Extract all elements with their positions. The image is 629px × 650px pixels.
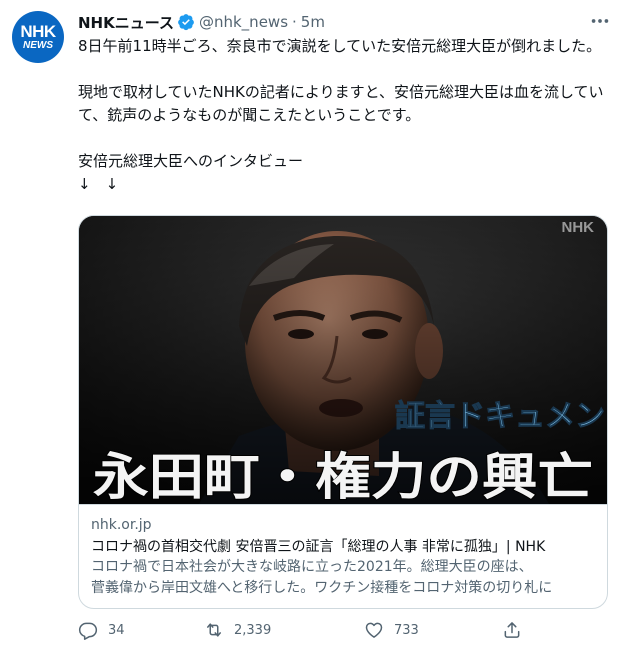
- tweet-actions: 34 2,339 733: [74, 620, 534, 644]
- avatar-logo-news: NEWS: [23, 40, 53, 51]
- tweet[interactable]: NHK NEWS NHKニュース @nhk_news · 5m 8日午前11時半…: [0, 0, 629, 650]
- card-description-line: コロナ禍で日本社会が大きな岐路に立った2021年。総理大臣の座は、: [91, 559, 533, 575]
- card-description: コロナ禍で日本社会が大きな岐路に立った2021年。総理大臣の座は、 菅義偉から岸…: [91, 557, 597, 599]
- share-icon: [504, 622, 520, 638]
- reply-button[interactable]: 34: [78, 620, 125, 640]
- tweet-text-line: 安倍元総理大臣へのインタビュー: [78, 152, 304, 170]
- more-icon[interactable]: [589, 10, 611, 32]
- retweet-button[interactable]: 2,339: [204, 620, 271, 640]
- card-image[interactable]: NHK 証言ドキュメント 永田町・権力の興亡: [79, 216, 607, 504]
- card-photo: NHK 証言ドキュメント 永田町・権力の興亡: [79, 216, 607, 504]
- card-title: コロナ禍の首相交代劇 安倍晋三の証言「総理の人事 非常に孤独」| NHK: [91, 539, 546, 555]
- display-name[interactable]: NHKニュース: [78, 12, 174, 33]
- card-domain: nhk.or.jp: [91, 517, 152, 533]
- tweet-header: NHKニュース @nhk_news · 5m: [78, 12, 325, 32]
- share-button[interactable]: [502, 620, 522, 640]
- timestamp[interactable]: 5m: [301, 13, 325, 31]
- card-image-subtitle: 証言ドキュメント: [395, 399, 607, 434]
- card-description-line: 菅義偉から岸田文雄へと移行した。ワクチン接種をコロナ対策の切り札に: [91, 580, 553, 596]
- card-watermark: NHK: [562, 219, 595, 236]
- card-image-title: 永田町・権力の興亡: [93, 447, 593, 504]
- reply-count: 34: [108, 622, 125, 638]
- tweet-text-line: 現地で取材していたNHKの記者によりますと、安倍元総理大臣は血を流していて、銃声…: [78, 83, 604, 124]
- retweet-count: 2,339: [234, 622, 272, 638]
- handle[interactable]: @nhk_news: [199, 13, 288, 31]
- verified-badge-icon: [178, 14, 194, 31]
- like-button[interactable]: 733: [364, 620, 419, 640]
- avatar-logo-nhk: NHK: [20, 22, 56, 41]
- like-count: 733: [394, 622, 419, 638]
- heart-icon: [365, 622, 383, 638]
- card-meta[interactable]: nhk.or.jp コロナ禍の首相交代劇 安倍晋三の証言「総理の人事 非常に孤独…: [79, 504, 607, 608]
- retweet-icon: [207, 623, 221, 637]
- separator-dot: ·: [292, 13, 297, 31]
- avatar[interactable]: NHK NEWS: [12, 11, 64, 63]
- tweet-text-arrows: ↓ ↓: [78, 175, 119, 193]
- reply-icon: [78, 622, 98, 640]
- tweet-text-line: 8日午前11時半ごろ、奈良市で演説をしていた安倍元総理大臣が倒れました。: [78, 37, 602, 55]
- tweet-text: 8日午前11時半ごろ、奈良市で演説をしていた安倍元総理大臣が倒れました。 現地で…: [78, 35, 608, 196]
- link-card[interactable]: NHK 証言ドキュメント 永田町・権力の興亡 nhk.or.jp コロナ禍の首相…: [78, 215, 608, 609]
